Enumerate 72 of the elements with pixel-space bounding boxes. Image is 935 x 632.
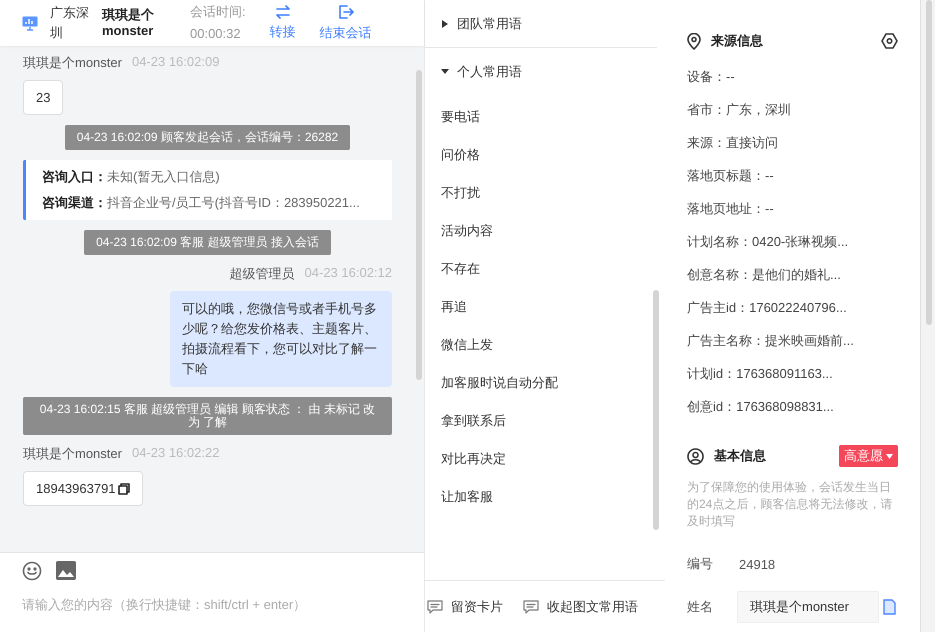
message-bubble: 23: [23, 80, 64, 115]
transfer-button[interactable]: 转接: [270, 5, 296, 41]
caret-down-icon: [441, 68, 449, 76]
phrase-item[interactable]: 活动内容: [425, 212, 665, 250]
swap-arrows-icon: [274, 5, 291, 19]
chat-bubble-icon: [427, 600, 443, 614]
message-time: 04-23 16:02:12: [304, 265, 392, 282]
info-label: 咨询入口：: [42, 169, 107, 184]
lead-card-button[interactable]: 留资卡片: [427, 598, 503, 616]
chat-bubble-icon: [523, 600, 539, 614]
message-time: 04-23 16:02:22: [132, 445, 220, 462]
emoji-icon[interactable]: [22, 561, 42, 581]
source-field: 落地页标题：--: [687, 159, 898, 192]
source-field: 来源：直接访问: [687, 126, 898, 159]
sender-name: 琪琪是个monster: [23, 445, 122, 463]
section-title: 来源信息: [711, 32, 764, 50]
source-field: 创意名称：是他们的婚礼...: [687, 258, 898, 291]
info-value: 未知(暂无入口信息): [107, 169, 220, 184]
system-notice: 04-23 16:02:15 客服 超级管理员 编辑 顾客状态 ： 由 未标记 改为 了解: [23, 397, 392, 435]
exit-icon: [338, 4, 354, 20]
info-label: 咨询渠道：: [42, 195, 107, 210]
info-value: 抖音企业号/员工号(抖音号ID：283950221...: [107, 195, 360, 210]
phrase-item[interactable]: 对比再决定: [425, 440, 665, 478]
monitor-icon: [22, 16, 38, 30]
sender-name: 琪琪是个monster: [23, 54, 122, 72]
duration-value: 00:00:32: [190, 25, 242, 43]
end-session-button[interactable]: 结束会话: [320, 4, 372, 42]
name-field[interactable]: 琪琪是个monster: [737, 591, 879, 623]
image-icon[interactable]: [56, 561, 76, 580]
sender-name: 超级管理员: [230, 265, 295, 283]
settings-icon[interactable]: [881, 33, 898, 49]
phrase-item[interactable]: 让加客服: [425, 478, 665, 516]
source-field: 广告主名称：提米映画婚前...: [687, 324, 898, 357]
scrollbar-thumb[interactable]: [926, 0, 932, 325]
caret-down-icon: [886, 454, 893, 458]
phrase-item[interactable]: 再追: [425, 288, 665, 326]
phrase-item[interactable]: 问价格: [425, 136, 665, 174]
source-field: 计划id：176368091163...: [687, 357, 898, 390]
source-field: 落地页地址：--: [687, 192, 898, 225]
phrase-item[interactable]: 要电话: [425, 98, 665, 136]
source-field: 计划名称：0420-张琳视频...: [687, 225, 898, 258]
section-title: 基本信息: [714, 447, 767, 465]
phrase-item[interactable]: 不存在: [425, 250, 665, 288]
phrase-item[interactable]: 加客服时说自动分配: [425, 364, 665, 402]
scrollbar-thumb[interactable]: [653, 290, 659, 530]
collapse-phrases-button[interactable]: 收起图文常用语: [523, 598, 638, 616]
system-notice: 04-23 16:02:09 客服 超级管理员 接入会话: [84, 230, 331, 255]
intent-tag[interactable]: 高意愿: [839, 445, 898, 467]
phrase-item[interactable]: 拿到联系后: [425, 402, 665, 440]
scrollbar-thumb[interactable]: [416, 70, 422, 380]
source-field: 广告主id：176022240796...: [687, 291, 898, 324]
document-icon[interactable]: [883, 599, 896, 615]
customer-name: 琪琪是个monster: [102, 7, 155, 39]
source-field: 设备：--: [687, 60, 898, 93]
phrase-item[interactable]: 微信上发: [425, 326, 665, 364]
message-bubble: 可以的哦，您微信号或者手机号多少呢？给您发价格表、主题客片、拍摄流程看下，您可以对比了解一下哈: [170, 291, 392, 387]
field-label: 姓名: [687, 598, 713, 616]
caret-right-icon: [441, 20, 449, 28]
source-field: 创意id：176368098831...: [687, 390, 898, 423]
phrase-item[interactable]: 不打扰: [425, 174, 665, 212]
edit-notice: 为了保障您的使用体验，会话发生当日的24点之后，顾客信息将无法修改，请及时填写: [687, 479, 894, 530]
message-bubble: 18943963791: [23, 471, 143, 506]
customer-location: 广东深圳: [50, 4, 90, 42]
user-circle-icon: [687, 448, 704, 464]
copy-icon[interactable]: [118, 482, 130, 494]
source-field: 省市：广东，深圳: [687, 93, 898, 126]
duration-label: 会话时间:: [190, 3, 246, 21]
location-pin-icon: [687, 32, 701, 50]
system-notice: 04-23 16:02:09 顾客发起会话，会话编号：26282: [64, 125, 350, 150]
message-time: 04-23 16:02:09: [132, 54, 220, 71]
field-value: 24918: [739, 556, 776, 572]
field-label: 编号: [687, 555, 713, 573]
